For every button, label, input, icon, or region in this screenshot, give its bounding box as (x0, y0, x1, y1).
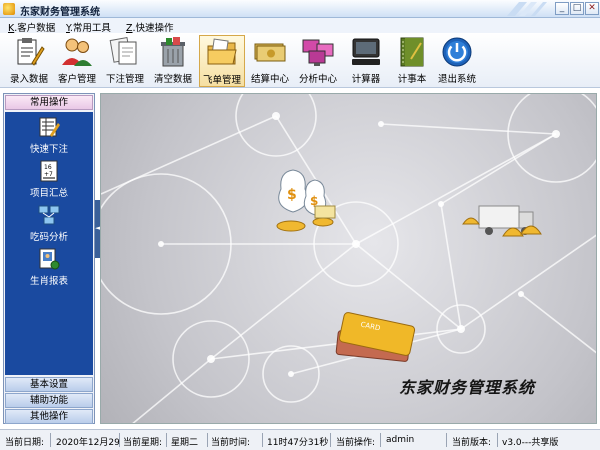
svg-text:+7: +7 (44, 171, 53, 178)
tool-enter-data[interactable]: 录入数据 (6, 35, 52, 87)
title-decoration-icon (507, 2, 547, 16)
menu-quick-ops[interactable]: Z.快速操作 (126, 20, 174, 34)
close-button[interactable]: ✕ (585, 2, 599, 15)
minimize-button[interactable]: _ (555, 2, 569, 15)
tool-bet-manage[interactable]: 下注管理 (102, 35, 148, 87)
status-date-label: 当前日期: (5, 438, 45, 448)
tool-calculator[interactable]: 计算器 (343, 35, 389, 87)
monitors-icon (302, 39, 334, 66)
menu-common-tools[interactable]: Y.常用工具 (66, 20, 111, 34)
sidebar-item-zodiac-report[interactable]: 生肖报表 (5, 248, 93, 292)
delivery-truck-icon (462, 205, 542, 237)
credit-cards-icon: CARD (335, 312, 416, 362)
status-operator: admin (386, 435, 415, 445)
tool-analysis-center[interactable]: 分析中心 (295, 35, 341, 87)
sidebar-button-basic-settings[interactable]: 基本设置 (5, 377, 93, 392)
title-bar: 东家财务管理系统 _ □ ✕ (0, 0, 600, 18)
tool-notepad[interactable]: 计事本 (389, 35, 435, 87)
clipboard-icon (17, 38, 45, 66)
trash-icon (161, 37, 185, 67)
svg-text:16: 16 (44, 164, 52, 171)
calculator-icon: 16 +7 (40, 160, 58, 182)
status-time: 11时47分31秒 (267, 438, 329, 448)
money-icon (254, 43, 286, 62)
power-icon (442, 37, 472, 67)
computer-icon (352, 38, 380, 65)
tool-fly-order-manage[interactable]: 飞单管理 (199, 35, 245, 87)
status-operator-label: 当前操作: (336, 438, 376, 448)
maximize-button[interactable]: □ (570, 2, 584, 15)
report-icon (39, 248, 60, 270)
folder-icon (207, 38, 237, 65)
window-title: 东家财务管理系统 (20, 7, 100, 18)
sidebar-button-aux-functions[interactable]: 辅助功能 (5, 393, 93, 408)
money-bags-icon: $ $ (276, 169, 336, 232)
main-canvas: $ $ CARD 东家财务管理系统 (100, 93, 597, 424)
status-date: 2020年12月29 (56, 438, 120, 448)
toolbar: 录入数据 客户管理 下注管理 清空数据 飞单管理 结算中心 分析中心 计算器 计… (0, 33, 600, 88)
tool-clear-data[interactable]: 清空数据 (150, 35, 196, 87)
network-icon (38, 205, 60, 225)
menu-bar: K.客户数据 Y.常用工具 Z.快速操作 (0, 18, 600, 34)
status-weekday-label: 当前星期: (123, 438, 163, 448)
sidebar-item-code-analysis[interactable]: 吃码分析 (5, 204, 93, 248)
menu-customer-data[interactable]: K.客户数据 (8, 20, 55, 34)
sidebar-button-other-ops[interactable]: 其他操作 (5, 409, 93, 424)
app-icon (3, 3, 15, 15)
brand-watermark: 东家财务管理系统 (399, 378, 536, 397)
pencil-sheet-icon (39, 117, 60, 137)
sidebar-header[interactable]: 常用操作 (5, 95, 93, 110)
tool-exit-system[interactable]: 退出系统 (434, 35, 480, 87)
status-version-label: 当前版本: (452, 438, 492, 448)
documents-icon (109, 37, 137, 65)
sidebar-item-quick-bet[interactable]: 快速下注 (5, 116, 93, 160)
tool-customer-manage[interactable]: 客户管理 (54, 35, 100, 87)
tool-settlement-center[interactable]: 结算中心 (247, 35, 293, 87)
status-bar: 当前日期: 2020年12月29 当前星期: 星期二 当前时间: 11时47分3… (0, 429, 600, 450)
status-version: v3.0---共享版 (502, 438, 559, 448)
sidebar: 常用操作 快速下注 16 +7 项目汇总 吃码分析 生肖报表 基本设置 辅助功能… (3, 93, 95, 424)
users-icon (62, 38, 92, 66)
sidebar-panel: 快速下注 16 +7 项目汇总 吃码分析 生肖报表 (5, 112, 93, 375)
status-time-label: 当前时间: (211, 438, 251, 448)
notebook-icon (400, 37, 424, 67)
status-weekday: 星期二 (171, 438, 199, 448)
sidebar-item-project-summary[interactable]: 16 +7 项目汇总 (5, 160, 93, 204)
svg-text:$: $ (287, 187, 297, 203)
